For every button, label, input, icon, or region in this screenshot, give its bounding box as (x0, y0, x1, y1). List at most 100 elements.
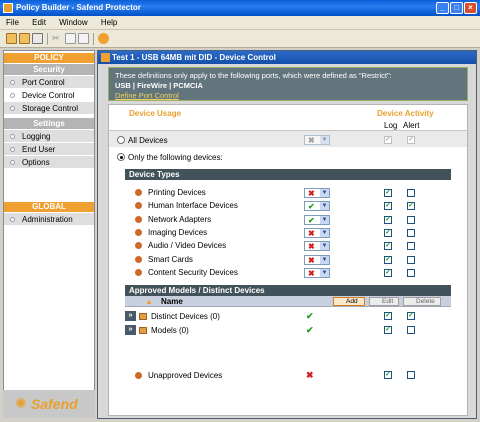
delete-button[interactable]: Delete (403, 297, 441, 306)
new-icon[interactable] (6, 33, 17, 44)
device-log-checkbox[interactable]: ✓ (384, 255, 392, 264)
device-permission-select[interactable]: ✔ ▼ (304, 201, 330, 212)
open-icon[interactable] (19, 33, 30, 44)
minimize-button[interactable]: _ (436, 2, 449, 14)
unapproved-label: Unapproved Devices (148, 371, 223, 380)
block-icon: ✖ (308, 268, 315, 278)
all-devices-log-checkbox[interactable]: ✓ (384, 136, 392, 144)
device-type-row: Printing Devices ✖ ▼ ✓ (109, 187, 467, 199)
unapproved-log-checkbox[interactable]: ✓ (384, 371, 392, 379)
device-alert-checkbox[interactable]: ✓ (407, 202, 415, 211)
approved-log-checkbox[interactable]: ✓ (384, 326, 392, 334)
device-type-row: Smart Cards ✖ ▼ ✓ (109, 254, 467, 266)
define-port-control-link[interactable]: Define Port Control (115, 91, 461, 101)
device-permission-select[interactable]: ✖ ▼ (304, 227, 330, 238)
expand-icon[interactable]: » (125, 325, 136, 335)
folder-icon (139, 313, 147, 320)
bullet-icon (10, 93, 15, 98)
block-icon: ✖ (308, 189, 315, 198)
approved-alert-checkbox[interactable] (407, 326, 415, 334)
device-alert-checkbox[interactable] (407, 242, 415, 251)
maximize-button[interactable]: □ (450, 2, 463, 14)
sidebar-item-administration[interactable]: Administration (4, 213, 94, 226)
block-icon: ✖ (308, 228, 315, 238)
policy-header: POLICY (4, 53, 94, 63)
save-icon[interactable] (32, 33, 43, 44)
sidebar-item-device-control[interactable]: Device Control (4, 89, 94, 102)
all-devices-select[interactable]: ✖ ▼ (304, 135, 330, 145)
inner-title-bar: Test 1 - USB 64MB mit DID - Device Contr… (98, 51, 476, 64)
add-button[interactable]: Add (333, 297, 365, 306)
bullet-icon (10, 80, 15, 85)
global-header: GLOBAL (4, 202, 94, 212)
approved-row-label: Models (0) (151, 326, 189, 335)
sidebar-item-port-control[interactable]: Port Control (4, 76, 94, 89)
device-permission-select[interactable]: ✖ ▼ (304, 254, 330, 265)
sidebar-item-options[interactable]: Options (4, 156, 94, 169)
device-log-checkbox[interactable]: ✓ (384, 215, 392, 224)
device-alert-checkbox[interactable] (407, 215, 415, 224)
chevron-down-icon: ▼ (320, 268, 329, 277)
logo-star-icon: ✺ (15, 395, 27, 411)
device-permission-select[interactable]: ✖ ▼ (304, 241, 330, 252)
cut-icon[interactable]: ✂ (52, 33, 63, 44)
device-log-checkbox[interactable]: ✓ (384, 228, 392, 237)
device-icon (135, 202, 142, 210)
resize-grip[interactable] (465, 407, 475, 417)
edit-label: Edit (382, 298, 394, 305)
menu-bar: File Edit Window Help (0, 16, 480, 30)
device-alert-checkbox[interactable] (407, 228, 415, 237)
only-following-radio[interactable] (117, 153, 125, 161)
device-type-row: Human Interface Devices ✔ ▼ ✓ ✓ (109, 200, 467, 212)
inner-window-title: Test 1 - USB 64MB mit DID - Device Contr… (112, 53, 276, 62)
all-devices-alert-checkbox[interactable]: ✓ (407, 136, 415, 144)
help-icon[interactable] (98, 33, 109, 44)
device-type-label: Content Security Devices (148, 267, 238, 277)
log-column-label: Log (384, 121, 398, 130)
delete-label: Delete (416, 298, 435, 305)
menu-edit[interactable]: Edit (26, 16, 51, 27)
device-icon (135, 268, 142, 276)
device-permission-select[interactable]: ✖ ▼ (304, 188, 330, 198)
logo-text: Safend (31, 396, 78, 412)
allow-icon: ✔ (306, 325, 314, 335)
unapproved-alert-checkbox[interactable] (407, 371, 415, 379)
device-log-checkbox[interactable]: ✓ (384, 242, 392, 251)
device-log-checkbox[interactable]: ✓ (384, 189, 392, 197)
approved-log-checkbox[interactable]: ✓ (384, 312, 392, 320)
device-alert-checkbox[interactable] (407, 189, 415, 197)
approved-alert-checkbox[interactable]: ✓ (407, 312, 415, 320)
expand-icon[interactable]: » (125, 311, 136, 321)
block-icon: ✖ (308, 242, 315, 252)
block-icon: ✖ (306, 370, 314, 380)
menu-window[interactable]: Window (53, 16, 92, 27)
name-column-header[interactable]: Name (161, 297, 183, 306)
sidebar-item-logging[interactable]: Logging (4, 130, 94, 143)
edit-button[interactable]: Edit (369, 297, 399, 306)
sort-arrow-icon: ▲ (145, 297, 153, 306)
device-log-checkbox[interactable]: ✓ (384, 268, 392, 277)
block-icon: ✖ (308, 136, 315, 145)
device-log-checkbox[interactable]: ✓ (384, 202, 392, 211)
sidebar-item-label: Logging (22, 132, 51, 141)
allow-icon: ✔ (306, 311, 314, 321)
sidebar-item-storage-control[interactable]: Storage Control (4, 102, 94, 115)
device-permission-select[interactable]: ✖ ▼ (304, 267, 330, 278)
app-icon (3, 3, 13, 13)
sidebar-item-label: Administration (22, 215, 73, 224)
copy-icon[interactable] (65, 33, 76, 44)
close-button[interactable]: × (464, 2, 477, 14)
all-devices-radio[interactable] (117, 136, 125, 144)
add-label: Add (346, 298, 358, 305)
device-alert-checkbox[interactable] (407, 268, 415, 277)
sidebar-item-end-user-messages[interactable]: End User Messages (4, 143, 94, 167)
security-header: Security (4, 64, 94, 75)
device-type-label: Network Adapters (148, 214, 212, 224)
device-permission-select[interactable]: ✔ ▼ (304, 214, 330, 225)
menu-help[interactable]: Help (95, 16, 122, 27)
device-type-row: Imaging Devices ✖ ▼ ✓ (109, 227, 467, 239)
paste-icon[interactable] (78, 33, 89, 44)
device-types-header: Device Types (125, 169, 451, 180)
device-alert-checkbox[interactable] (407, 255, 415, 264)
menu-file[interactable]: File (0, 16, 24, 27)
